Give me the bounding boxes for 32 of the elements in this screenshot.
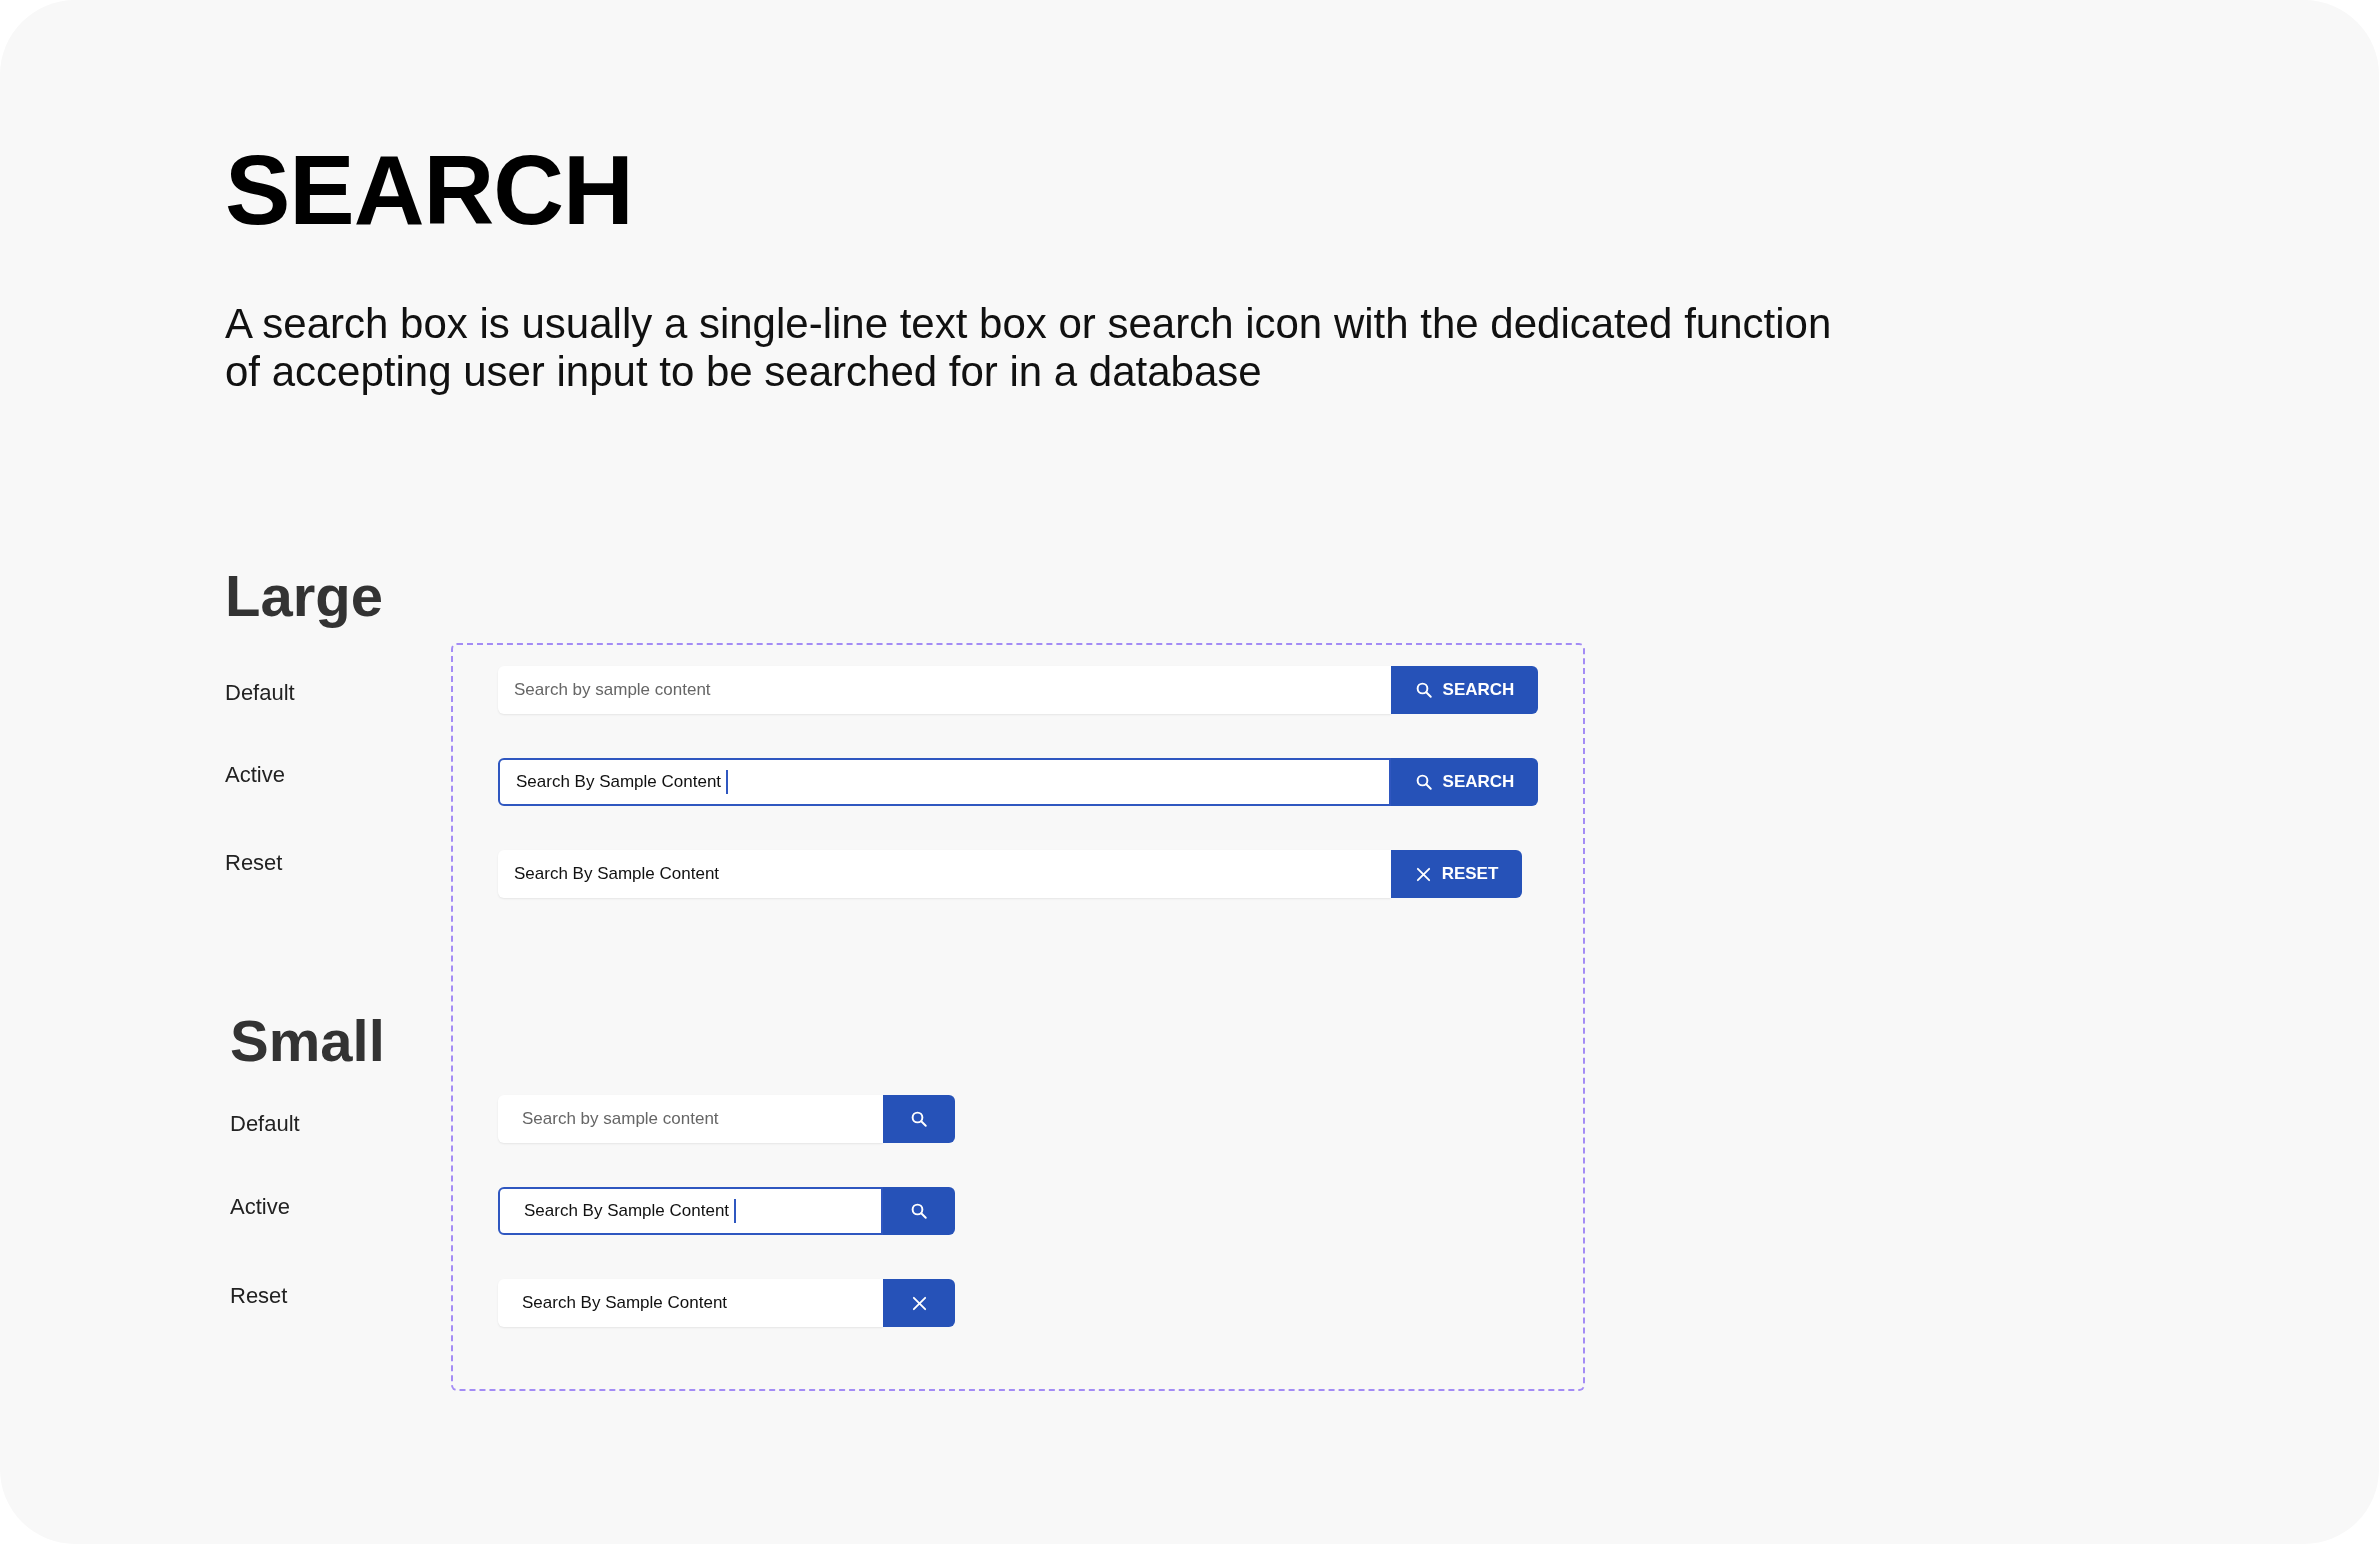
search-field[interactable]: Search by sample content bbox=[498, 666, 1391, 714]
state-label: Reset bbox=[230, 1282, 289, 1310]
search-button[interactable] bbox=[883, 1187, 955, 1235]
state-label: Active bbox=[225, 761, 286, 789]
state-label: Default bbox=[225, 679, 296, 707]
state-label: Default bbox=[230, 1110, 301, 1138]
description: A search box is usually a single-line text box or search icon with the dedicated function of accepting user input to be searched for in a database bbox=[225, 300, 1833, 396]
search-field[interactable]: Search By Sample Content bbox=[498, 1279, 883, 1327]
state-label: Active bbox=[230, 1193, 291, 1221]
search-button[interactable]: SEARCH bbox=[1391, 758, 1538, 806]
text-cursor bbox=[734, 1199, 737, 1223]
search-icon bbox=[910, 1202, 928, 1220]
close-icon bbox=[910, 1294, 928, 1312]
field-text: Search By Sample Content bbox=[516, 771, 722, 794]
state-label: Reset bbox=[225, 849, 284, 877]
search-icon bbox=[1414, 681, 1433, 699]
search-button[interactable]: SEARCH bbox=[1391, 666, 1538, 714]
reset-button[interactable] bbox=[883, 1279, 955, 1327]
text-cursor bbox=[726, 770, 729, 794]
search-field[interactable]: Search By Sample Content bbox=[498, 1187, 883, 1235]
search-field[interactable]: Search By Sample Content bbox=[498, 758, 1391, 806]
search-field[interactable]: Search By Sample Content bbox=[498, 850, 1391, 898]
search-icon bbox=[1414, 773, 1433, 791]
search-field[interactable]: Search by sample content bbox=[498, 1095, 883, 1143]
section-heading: Small bbox=[230, 1011, 386, 1071]
section-heading: Large bbox=[225, 566, 384, 626]
search-icon bbox=[910, 1110, 928, 1128]
search-button[interactable] bbox=[883, 1095, 955, 1143]
reset-button[interactable]: RESET bbox=[1391, 850, 1522, 898]
page-title: SEARCH bbox=[225, 140, 634, 240]
close-icon bbox=[1414, 865, 1432, 883]
field-text: Search By Sample Content bbox=[524, 1200, 730, 1223]
